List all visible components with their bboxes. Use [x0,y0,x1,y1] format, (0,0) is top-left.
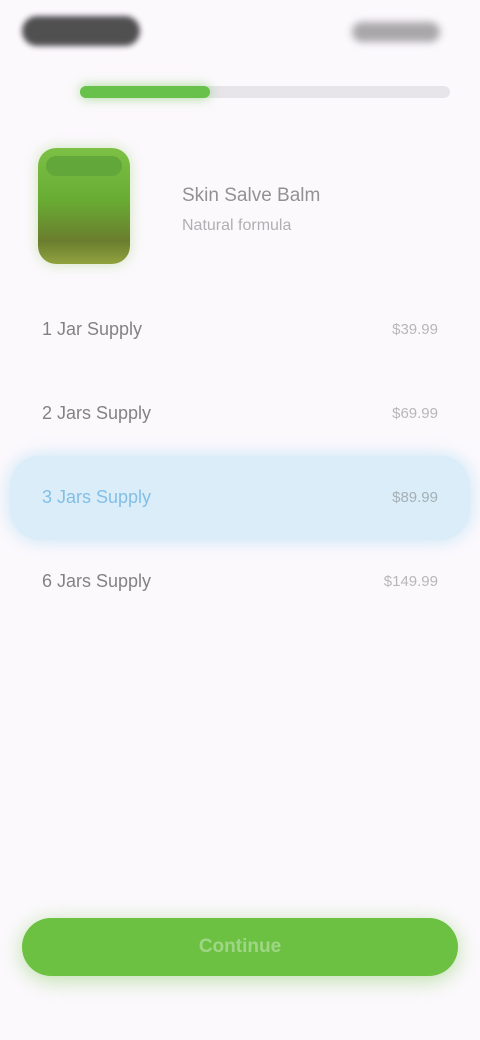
continue-button-label: Continue [198,936,282,957]
product-jar-icon [38,148,130,264]
option-label: 2 Jars Supply [42,403,152,423]
option-price: $39.99 [392,321,438,338]
package-option[interactable]: 1 Jar Supply $39.99 [0,288,480,372]
jar-lid [46,156,122,176]
status-indicators [352,22,440,42]
option-price: $89.99 [392,489,438,506]
status-time-pill [22,16,140,46]
continue-button[interactable]: Continue [22,918,458,976]
progress-fill [80,86,210,98]
option-label: 3 Jars Supply [42,487,152,507]
product-subtitle: Natural formula [182,217,292,234]
status-bar [0,0,480,70]
package-option-selected[interactable]: 3 Jars Supply $89.99 [10,456,470,540]
package-options: 1 Jar Supply $39.99 2 Jars Supply $69.99… [0,288,480,624]
option-price: $69.99 [392,405,438,422]
option-label: 6 Jars Supply [42,571,152,591]
product-summary: Skin Salve Balm Natural formula [32,148,452,272]
progress-bar [80,86,450,98]
package-option[interactable]: 6 Jars Supply $149.99 [0,540,480,624]
package-option[interactable]: 2 Jars Supply $69.99 [0,372,480,456]
option-label: 1 Jar Supply [42,319,143,339]
option-price: $149.99 [383,573,438,590]
product-title: Skin Salve Balm [182,185,321,206]
